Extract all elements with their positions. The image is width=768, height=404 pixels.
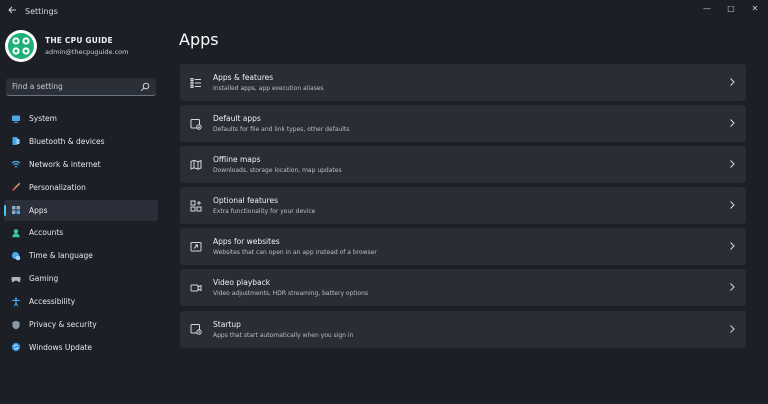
card-default-apps[interactable]: Default apps Defaults for file and link …	[180, 105, 746, 143]
sidebar-item-gaming[interactable]: Gaming	[4, 268, 158, 289]
sidebar-item-accounts[interactable]: Accounts	[4, 222, 158, 243]
close-button[interactable]: ✕	[750, 4, 760, 13]
sidebar-item-label: Network & internet	[29, 159, 101, 169]
accessibility-icon	[11, 297, 21, 307]
card-title: Offline maps	[213, 155, 261, 165]
card-title: Apps for websites	[213, 237, 280, 247]
card-title: Default apps	[213, 114, 261, 124]
card-optional-features[interactable]: Optional features Extra functionality fo…	[180, 187, 746, 225]
card-apps-for-websites[interactable]: Apps for websites Websites that can open…	[180, 228, 746, 266]
sidebar-item-label: Personalization	[29, 182, 86, 192]
bluetooth-icon	[11, 136, 21, 146]
update-icon	[11, 342, 21, 352]
minimize-button[interactable]: —	[702, 4, 712, 13]
account-icon	[11, 228, 21, 238]
search-icon[interactable]	[140, 82, 150, 92]
startup-icon	[190, 323, 202, 335]
chevron-right-icon	[730, 160, 735, 169]
profile-email: admin@thecpuguide.com	[45, 48, 129, 56]
card-startup[interactable]: Startup Apps that start automatically wh…	[180, 310, 746, 348]
card-subtitle: Defaults for file and link types, other …	[213, 126, 350, 134]
card-subtitle: Video adjustments, HDR streaming, batter…	[213, 290, 369, 298]
chevron-right-icon	[730, 119, 735, 127]
sidebar-item-network-internet[interactable]: Network & internet	[4, 154, 158, 175]
shield-icon	[11, 320, 21, 330]
video-icon	[190, 282, 202, 294]
sidebar-item-bluetooth-devices[interactable]: Bluetooth & devices	[4, 131, 158, 152]
back-arrow-icon	[7, 6, 16, 13]
card-apps-features[interactable]: Apps & features Installed apps, app exec…	[180, 64, 746, 101]
chevron-right-icon	[730, 242, 735, 251]
card-video-playback[interactable]: Video playback Video adjustments, HDR st…	[180, 269, 746, 307]
page-title: Apps	[179, 30, 219, 49]
sidebar-item-label: Bluetooth & devices	[29, 136, 105, 146]
card-title: Startup	[213, 319, 241, 329]
chevron-right-icon	[730, 324, 735, 333]
back-button[interactable]	[3, 6, 21, 17]
map-icon	[190, 159, 202, 171]
card-subtitle: Installed apps, app execution aliases	[213, 85, 324, 92]
sidebar-item-label: Time & language	[29, 251, 93, 261]
search-input[interactable]: Find a setting	[12, 82, 140, 91]
card-subtitle: Downloads, storage location, map updates	[213, 167, 342, 175]
window-controls: — □ ✕	[702, 0, 760, 16]
window-title: Settings	[25, 6, 58, 16]
sidebar-item-label: System	[29, 114, 57, 123]
chevron-right-icon	[730, 283, 735, 292]
add-features-icon	[190, 200, 202, 212]
sidebar-item-label: Accounts	[29, 228, 64, 238]
system-icon	[11, 114, 21, 124]
avatar	[5, 30, 37, 62]
search-box[interactable]: Find a setting	[6, 78, 156, 96]
globe-clock-icon	[11, 251, 21, 261]
sidebar-item-label: Windows Update	[29, 342, 93, 352]
card-subtitle: Websites that can open in an app instead…	[213, 249, 377, 257]
sidebar-item-apps[interactable]: Apps	[4, 199, 158, 221]
apps-icon	[11, 205, 21, 215]
settings-card-list: Apps & features Installed apps, app exec…	[180, 64, 746, 352]
sidebar-item-label: Apps	[29, 205, 48, 215]
sidebar-item-label: Accessibility	[29, 297, 76, 307]
gamepad-icon	[11, 274, 21, 284]
chevron-right-icon	[730, 78, 735, 86]
sidebar-item-windows-update[interactable]: Windows Update	[4, 337, 158, 358]
sidebar-item-label: Gaming	[29, 274, 59, 284]
sidebar: THE CPU GUIDE admin@thecpuguide.com Find…	[0, 22, 166, 404]
chevron-right-icon	[730, 201, 735, 210]
card-offline-maps[interactable]: Offline maps Downloads, storage location…	[180, 146, 746, 184]
card-subtitle: Apps that start automatically when you s…	[213, 331, 354, 339]
sidebar-item-system[interactable]: System	[4, 108, 158, 129]
default-apps-icon	[190, 118, 202, 130]
card-title: Optional features	[213, 196, 279, 206]
brush-icon	[11, 182, 21, 192]
card-subtitle: Extra functionality for your device	[213, 208, 316, 216]
title-bar: Settings — □ ✕	[0, 0, 768, 22]
wifi-icon	[11, 159, 21, 169]
card-title: Apps & features	[213, 73, 274, 82]
sidebar-item-label: Privacy & security	[29, 320, 97, 330]
maximize-button[interactable]: □	[726, 4, 736, 13]
list-icon	[190, 77, 202, 89]
web-app-icon	[190, 241, 202, 253]
sidebar-item-privacy-security[interactable]: Privacy & security	[4, 314, 158, 335]
card-title: Video playback	[213, 278, 271, 288]
sidebar-item-personalization[interactable]: Personalization	[4, 177, 158, 198]
sidebar-nav: System Bluetooth & devices Network & int…	[4, 108, 158, 360]
cpu-guide-logo-icon	[8, 33, 34, 59]
sidebar-item-time-language[interactable]: Time & language	[4, 245, 158, 266]
profile[interactable]: THE CPU GUIDE admin@thecpuguide.com	[5, 30, 128, 62]
profile-name: THE CPU GUIDE	[45, 36, 113, 45]
sidebar-item-accessibility[interactable]: Accessibility	[4, 291, 158, 312]
